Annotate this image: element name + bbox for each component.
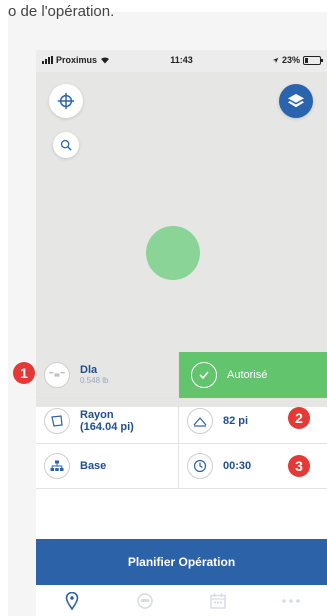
battery-icon (303, 55, 323, 65)
location-pin-icon (66, 591, 79, 610)
layers-button[interactable] (279, 84, 313, 118)
hierarchy-icon (50, 460, 64, 471)
annotation-badge-2: 2 (288, 407, 310, 429)
radius-cell[interactable]: Rayon (164.04 pi) (36, 398, 179, 444)
check-icon (191, 362, 217, 388)
radius-circle (44, 407, 70, 434)
search-icon (60, 139, 72, 151)
search-button[interactable] (53, 132, 79, 158)
status-label: Autorisé (227, 369, 268, 381)
nav-calendar[interactable] (204, 587, 232, 615)
drone-name: Dla (80, 364, 98, 376)
radius-value: (164.04 pi) (80, 420, 134, 433)
battery-percent: 23% (281, 55, 300, 65)
clock-icon (193, 459, 207, 473)
nav-pilot[interactable] (131, 587, 159, 615)
location-arrow-icon (272, 57, 279, 63)
drone-avatar (44, 361, 70, 388)
layers-icon (288, 93, 304, 108)
phone-screen: Proximus 11:43 23% Dla 0.548 lb Autorisé… (36, 50, 327, 616)
bottom-nav (36, 585, 327, 616)
drone-weight: 0.548 lb (80, 376, 109, 385)
pilot-icon (137, 592, 153, 609)
flight-zone-circle[interactable] (146, 226, 200, 280)
status-bar: Proximus 11:43 23% (36, 50, 327, 72)
radius-label: Rayon (80, 408, 114, 421)
plan-operation-button[interactable]: Planifier Opération (36, 539, 327, 585)
polygon-area-icon (51, 414, 63, 427)
details-row-radius: Rayon (164.04 pi) 82 pi (36, 398, 327, 444)
altitude-value: 82 pi (223, 414, 249, 427)
crosshair-icon (57, 92, 75, 110)
nav-map[interactable] (58, 587, 86, 615)
details-row-base: Base 00:30 (36, 444, 327, 489)
more-icon (281, 598, 300, 603)
altitude-icon (193, 416, 207, 427)
duration-circle (187, 453, 213, 479)
altitude-circle (187, 407, 213, 434)
annotation-badge-3: 3 (288, 455, 310, 477)
calendar-icon (210, 593, 226, 609)
duration-value: 00:30 (223, 460, 252, 472)
details-row-drone: Dla 0.548 lb Autorisé (36, 352, 327, 398)
drone-icon (49, 371, 65, 377)
locate-button[interactable] (49, 84, 83, 118)
base-cell[interactable]: Base (36, 444, 179, 489)
base-label: Base (80, 460, 107, 472)
annotation-badge-1: 1 (13, 362, 35, 384)
nav-more[interactable] (277, 587, 305, 615)
drone-cell[interactable]: Dla 0.548 lb (36, 352, 179, 398)
authorization-status: Autorisé (179, 352, 327, 398)
base-circle (44, 453, 70, 479)
cropped-caption: o de l'opération. (8, 3, 115, 20)
